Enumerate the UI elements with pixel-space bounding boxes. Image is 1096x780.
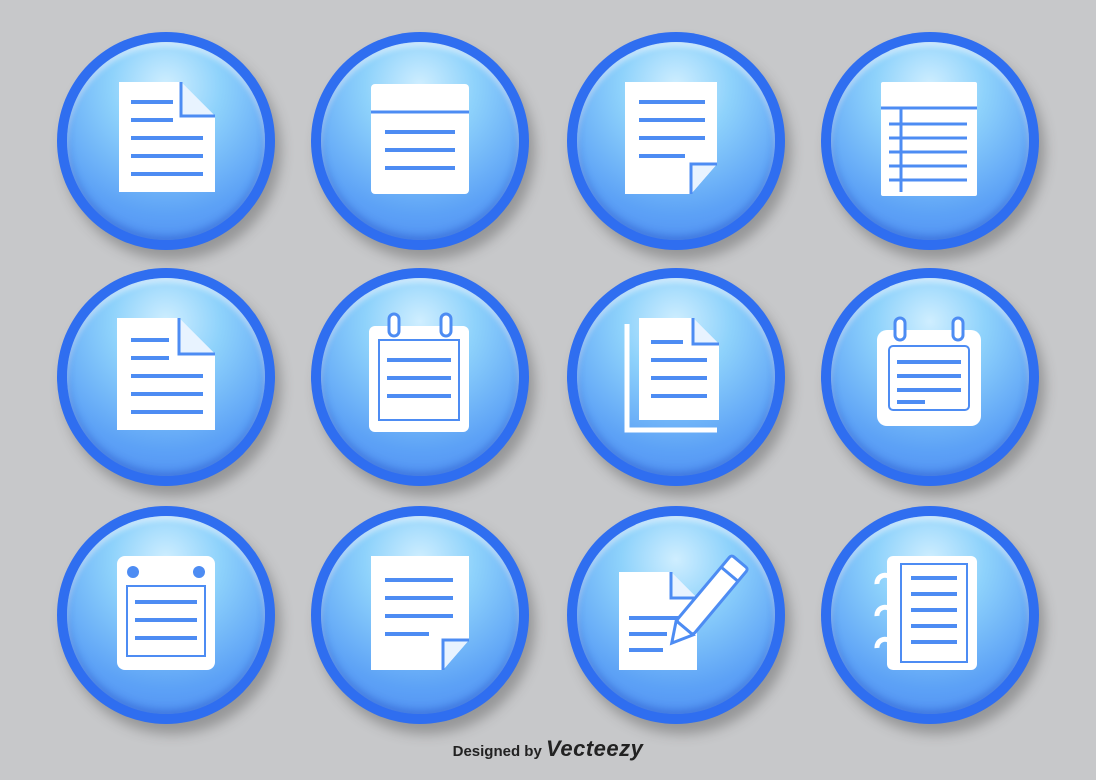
spiral-notebook-icon bbox=[874, 556, 977, 670]
spiral-notebook-button[interactable] bbox=[821, 506, 1039, 724]
icon-grid bbox=[0, 0, 1096, 780]
credit-prefix: Designed by bbox=[452, 743, 542, 760]
document-page-curl-icon bbox=[371, 556, 469, 670]
document-folded-corner-button-2[interactable] bbox=[57, 268, 275, 486]
document-pencil-edit-button[interactable] bbox=[567, 506, 785, 724]
document-curled-corner-icon bbox=[625, 82, 717, 194]
calendar-note-icon bbox=[877, 316, 981, 426]
document-header-lines-icon bbox=[371, 84, 469, 194]
credit-line: Designed by Vecteezy bbox=[0, 736, 1096, 762]
spreadsheet-document-button[interactable] bbox=[821, 32, 1039, 250]
notepad-rings-button[interactable] bbox=[311, 268, 529, 486]
calendar-note-button[interactable] bbox=[821, 268, 1039, 486]
notepad-rings-icon bbox=[369, 312, 469, 432]
notepad-pins-icon bbox=[117, 556, 215, 670]
spreadsheet-document-icon bbox=[881, 82, 977, 196]
stacked-documents-icon bbox=[624, 318, 719, 433]
stacked-documents-button[interactable] bbox=[567, 268, 785, 486]
document-page-curl-button[interactable] bbox=[311, 506, 529, 724]
document-folded-corner-icon bbox=[119, 82, 215, 192]
document-header-lines-button[interactable] bbox=[311, 32, 529, 250]
brand-logo: Vecteezy bbox=[545, 736, 644, 761]
document-curled-corner-button[interactable] bbox=[567, 32, 785, 250]
document-folded-corner-button[interactable] bbox=[57, 32, 275, 250]
document-pencil-edit-icon bbox=[619, 554, 749, 670]
notepad-pins-button[interactable] bbox=[57, 506, 275, 724]
document-folded-corner-icon bbox=[117, 318, 215, 430]
